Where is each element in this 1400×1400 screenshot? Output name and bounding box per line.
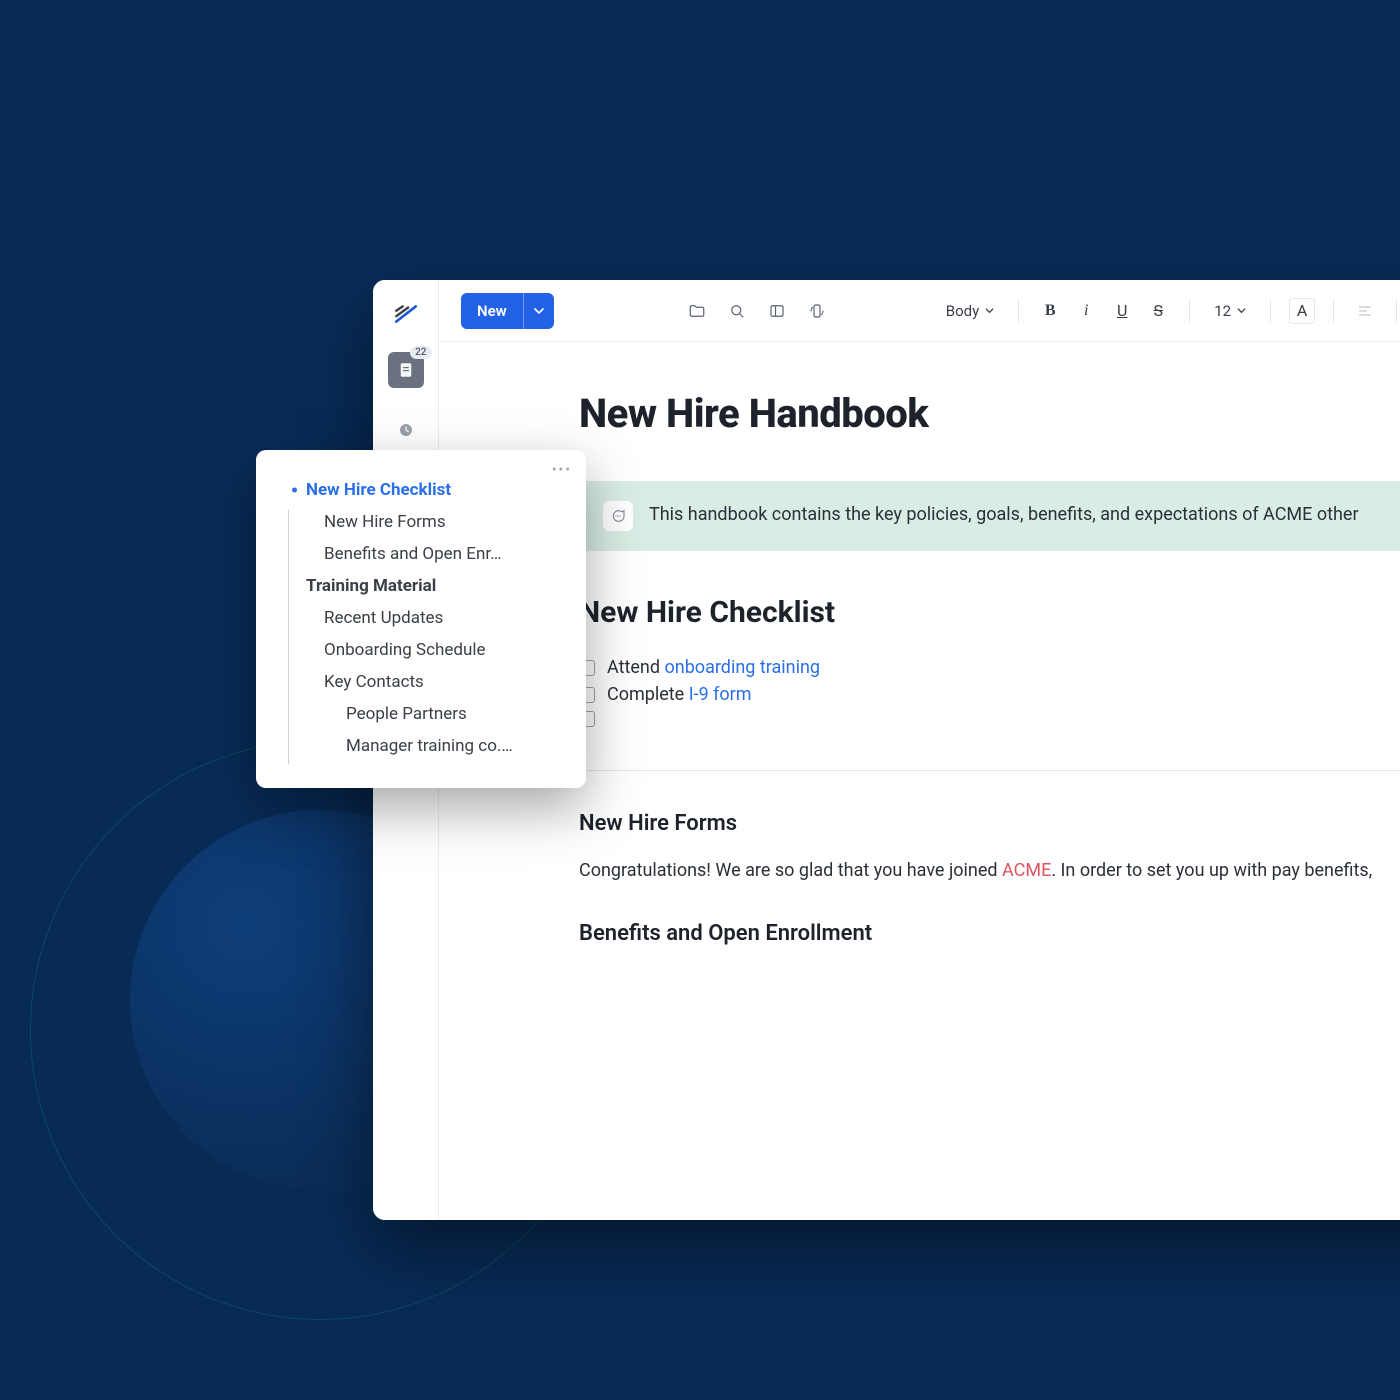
checklist-item[interactable]: Complete I-9 form — [579, 681, 1400, 708]
section-checklist-heading[interactable]: New Hire Checklist — [579, 595, 1400, 630]
outline-item[interactable]: People Partners — [274, 698, 566, 730]
highlighted-text: ACME — [1002, 860, 1051, 881]
toolbar-file-group — [684, 298, 830, 324]
panel-icon[interactable] — [764, 298, 790, 324]
paragraph-style-select[interactable]: Body — [940, 298, 1000, 324]
outline-item[interactable]: Key Contacts — [274, 666, 566, 698]
callout-block[interactable]: This handbook contains the key policies,… — [579, 481, 1400, 551]
section-benefits-heading[interactable]: Benefits and Open Enrollment — [579, 921, 1400, 946]
search-icon[interactable] — [724, 298, 750, 324]
outline-item[interactable]: Manager training co.… — [274, 730, 566, 762]
outline-item[interactable]: Recent Updates — [274, 602, 566, 634]
outline-item[interactable]: Training Material — [274, 570, 566, 602]
paragraph-style-label: Body — [946, 302, 979, 320]
text-color-button[interactable]: A — [1289, 298, 1315, 324]
italic-button[interactable]: i — [1073, 298, 1099, 324]
new-button-label: New — [461, 293, 523, 329]
section-forms-heading[interactable]: New Hire Forms — [579, 811, 1400, 836]
underline-button[interactable]: U — [1109, 298, 1135, 324]
phone-rotate-icon[interactable] — [804, 298, 830, 324]
forms-paragraph[interactable]: Congratulations! We are so glad that you… — [579, 856, 1400, 887]
chevron-down-icon — [985, 306, 994, 315]
rail-documents-icon[interactable]: 22 — [388, 352, 424, 388]
outline-panel: ••• New Hire ChecklistNew Hire FormsBene… — [256, 450, 586, 788]
strikethrough-button[interactable]: S — [1145, 298, 1171, 324]
divider — [579, 770, 1400, 771]
checklist-item[interactable]: Attend onboarding training — [579, 654, 1400, 681]
toolbar: New — [439, 280, 1400, 342]
rail-documents-badge: 22 — [410, 346, 431, 359]
callout-text: This handbook contains the key policies,… — [649, 501, 1359, 531]
outline-item[interactable]: New Hire Forms — [274, 506, 566, 538]
new-button-dropdown[interactable] — [523, 293, 554, 329]
font-size-select[interactable]: 12 — [1208, 298, 1252, 324]
app-logo-icon[interactable] — [392, 300, 420, 328]
align-button[interactable] — [1352, 298, 1378, 324]
outline-item[interactable]: Onboarding Schedule — [274, 634, 566, 666]
chevron-down-icon — [1237, 306, 1246, 315]
new-button[interactable]: New — [461, 293, 554, 329]
checklist-text: Complete — [607, 684, 689, 705]
outline-item[interactable]: Benefits and Open Enr… — [274, 538, 566, 570]
checklist-item-empty[interactable] — [579, 708, 1400, 730]
checklist: Attend onboarding training Complete I-9 … — [579, 654, 1400, 730]
outline-item[interactable]: New Hire Checklist — [274, 474, 566, 506]
rail-history-icon[interactable] — [388, 412, 424, 448]
bold-button[interactable]: B — [1037, 298, 1063, 324]
font-size-value: 12 — [1214, 302, 1231, 320]
checklist-link[interactable]: I-9 form — [689, 684, 752, 705]
comment-icon — [603, 501, 633, 531]
checklist-text: Attend — [607, 657, 664, 678]
folder-icon[interactable] — [684, 298, 710, 324]
doc-title[interactable]: New Hire Handbook — [579, 390, 1400, 437]
checklist-link[interactable]: onboarding training — [664, 657, 820, 678]
